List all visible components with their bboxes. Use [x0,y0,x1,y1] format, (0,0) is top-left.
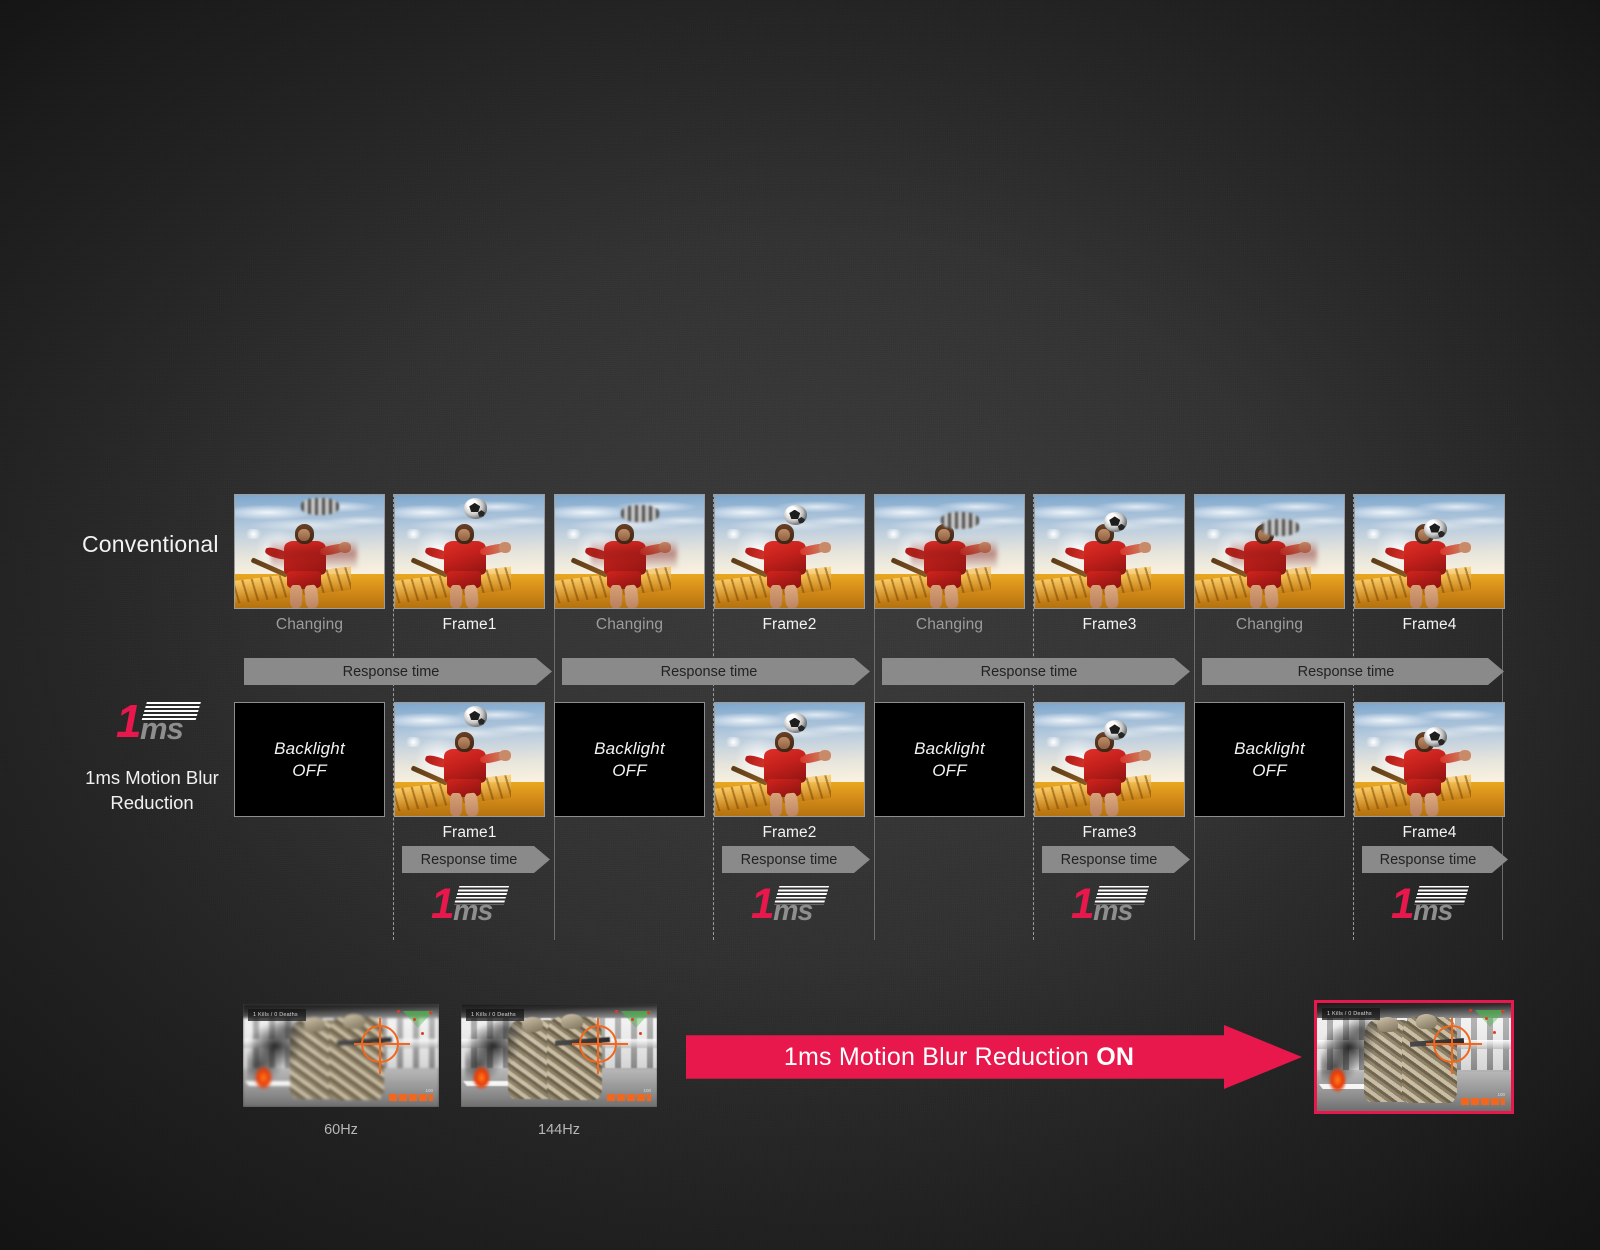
game-screenshot: 100 1 Kills / 0 Deaths [243,1004,439,1107]
ammo-bar [607,1094,651,1101]
ammo-bar [1461,1098,1505,1105]
enemy-markers [1467,1007,1507,1037]
crosshair-icon [579,1025,617,1063]
game-screenshot: 100 1 Kills / 0 Deaths [461,1004,657,1107]
banner-text: 1ms Motion Blur Reduction ON [784,1043,1134,1072]
enemy-markers [613,1008,653,1038]
kill-death-hud: 1 Kills / 0 Deaths [248,1009,306,1021]
infographic-stage: Conventional 1 ms 1ms Motion Blur Reduct… [0,0,1600,1250]
ammo-count: 100 [425,1088,433,1093]
banner-text-plain: 1ms Motion Blur Reduction [784,1043,1096,1071]
kill-death-hud: 1 Kills / 0 Deaths [466,1009,524,1021]
ammo-bar [389,1094,433,1101]
ammo-count: 100 [643,1088,651,1093]
banner-text-bold: ON [1096,1043,1134,1071]
refresh-rate-caption: 60Hz [243,1122,439,1138]
crosshair-icon [1433,1025,1471,1063]
crosshair-icon [361,1025,399,1063]
ammo-count: 100 [1497,1092,1505,1097]
kill-death-hud: 1 Kills / 0 Deaths [1322,1008,1380,1020]
result-game-screenshot: 100 1 Kills / 0 Deaths [1314,1000,1514,1114]
refresh-rate-caption: 144Hz [461,1122,657,1138]
enemy-markers [395,1008,435,1038]
